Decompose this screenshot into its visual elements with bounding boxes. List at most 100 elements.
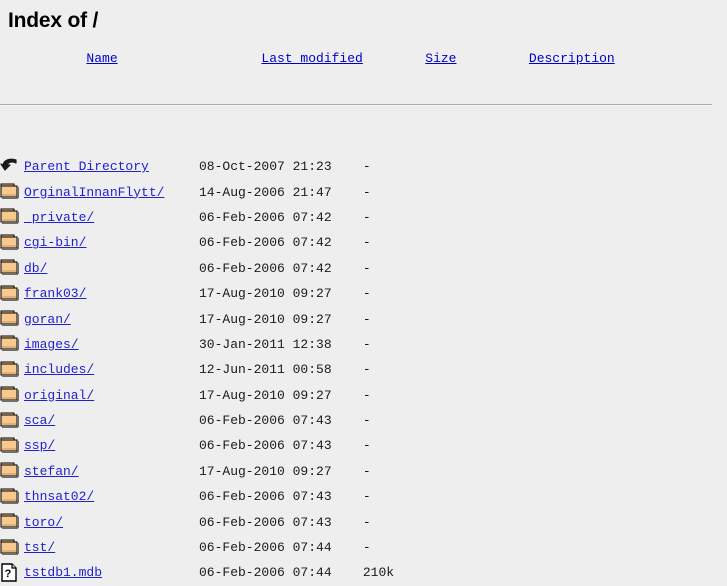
entry-link[interactable]: includes/ xyxy=(24,362,94,377)
row-size-cell: - xyxy=(362,260,371,276)
row-name-cell[interactable]: _private/ xyxy=(24,205,199,230)
column-header-size[interactable]: Size xyxy=(363,33,467,78)
folder-icon xyxy=(0,410,20,432)
row-icon-cell xyxy=(0,383,24,408)
row-icon-cell xyxy=(0,357,24,382)
column-header-row: Name Last modified Size Description xyxy=(0,33,712,78)
row-icon-cell xyxy=(0,408,24,433)
row-size-cell: 210k xyxy=(362,565,395,581)
sort-by-size-link[interactable]: Size xyxy=(425,51,456,66)
sort-by-description-link[interactable]: Description xyxy=(529,51,615,66)
row-icon-cell xyxy=(0,459,24,484)
row-name-cell[interactable]: db/ xyxy=(24,256,199,281)
entry-link[interactable]: Parent Directory xyxy=(24,159,149,174)
row-description-cell xyxy=(466,433,712,458)
folder-icon xyxy=(0,257,20,279)
row-size-cell: - xyxy=(362,438,371,454)
entry-link[interactable]: toro/ xyxy=(24,515,63,530)
folder-icon xyxy=(0,232,20,254)
entry-link[interactable]: cgi-bin/ xyxy=(24,235,86,250)
row-description-cell xyxy=(466,408,712,433)
row-name-cell[interactable]: cgi-bin/ xyxy=(24,230,199,255)
row-name-cell[interactable]: tstdb1.mdb xyxy=(24,560,199,585)
row-icon-cell xyxy=(0,509,24,534)
listing-row: sca/06-Feb-2006 07:43 - xyxy=(0,408,712,433)
row-description-cell xyxy=(466,535,712,560)
entry-link[interactable]: images/ xyxy=(24,337,79,352)
entry-link[interactable]: OrginalInnanFlytt/ xyxy=(24,185,164,200)
row-icon-cell xyxy=(0,205,24,230)
row-name-cell[interactable]: sca/ xyxy=(24,408,199,433)
listing-row: db/06-Feb-2006 07:42 - xyxy=(0,256,712,281)
row-size-cell: - xyxy=(362,387,371,403)
row-description-cell xyxy=(466,383,712,408)
entry-link[interactable]: thnsat02/ xyxy=(24,489,94,504)
row-description-cell xyxy=(466,256,712,281)
row-name-cell[interactable]: stefan/ xyxy=(24,459,199,484)
listing-row: Parent Directory 08-Oct-2007 21:23 - xyxy=(0,154,712,179)
row-name-cell[interactable]: toro/ xyxy=(24,509,199,534)
listing-row: toro/06-Feb-2006 07:43 - xyxy=(0,509,712,534)
folder-icon xyxy=(0,206,20,228)
entry-link[interactable]: frank03/ xyxy=(24,286,86,301)
row-description-cell xyxy=(466,332,712,357)
row-name-cell[interactable]: goran/ xyxy=(24,306,199,331)
row-description-cell xyxy=(466,509,712,534)
row-name-cell[interactable]: images/ xyxy=(24,332,199,357)
listing-row: thnsat02/06-Feb-2006 07:43 - xyxy=(0,484,712,509)
entry-link[interactable]: ssp/ xyxy=(24,438,55,453)
entry-link[interactable]: sca/ xyxy=(24,413,55,428)
row-name-cell[interactable]: frank03/ xyxy=(24,281,199,306)
entry-link[interactable]: _private/ xyxy=(24,210,94,225)
row-description-cell xyxy=(466,281,712,306)
header-spacer-cell xyxy=(0,132,712,154)
row-icon-cell: ? xyxy=(0,560,24,585)
row-icon-cell xyxy=(0,179,24,204)
row-icon-cell xyxy=(0,306,24,331)
row-icon-cell xyxy=(0,535,24,560)
entry-link[interactable]: goran/ xyxy=(24,312,71,327)
row-name-cell[interactable]: tst/ xyxy=(24,535,199,560)
row-name-cell[interactable]: original/ xyxy=(24,383,199,408)
row-name-cell[interactable]: includes/ xyxy=(24,357,199,382)
listing-body: Parent Directory 08-Oct-2007 21:23 - Orgina… xyxy=(0,154,712,586)
entry-link[interactable]: tstdb1.mdb xyxy=(24,565,102,580)
row-modified-cell: 06-Feb-2006 07:44 xyxy=(199,565,332,581)
folder-icon xyxy=(0,435,20,457)
row-description-cell xyxy=(466,459,712,484)
row-icon-cell xyxy=(0,256,24,281)
column-header-last-modified[interactable]: Last modified xyxy=(199,33,362,78)
column-header-description[interactable]: Description xyxy=(466,33,712,78)
folder-icon xyxy=(0,283,20,305)
row-name-cell[interactable]: ssp/ xyxy=(24,433,199,458)
row-name-cell[interactable]: OrginalInnanFlytt/ xyxy=(24,179,199,204)
row-icon-cell xyxy=(0,230,24,255)
listing-row: frank03/17-Aug-2010 09:27 - xyxy=(0,281,712,306)
entry-link[interactable]: db/ xyxy=(24,261,47,276)
row-size-cell: - xyxy=(362,514,371,530)
row-size-cell: - xyxy=(362,489,371,505)
row-icon-cell xyxy=(0,154,24,179)
folder-icon xyxy=(0,460,20,482)
entry-link[interactable]: tst/ xyxy=(24,540,55,555)
row-modified-cell: 30-Jan-2011 12:38 xyxy=(199,336,332,352)
back-arrow-icon xyxy=(0,156,20,178)
row-name-cell[interactable]: Parent Directory xyxy=(24,154,199,179)
entry-link[interactable]: original/ xyxy=(24,388,94,403)
row-size-cell: - xyxy=(362,336,371,352)
row-modified-cell: 06-Feb-2006 07:42 xyxy=(199,209,332,225)
unknown-file-icon: ? xyxy=(0,562,20,584)
row-description-cell xyxy=(466,230,712,255)
row-description-cell xyxy=(466,484,712,509)
row-icon-cell xyxy=(0,484,24,509)
row-modified-cell: 17-Aug-2010 09:27 xyxy=(199,311,332,327)
row-modified-cell: 08-Oct-2007 21:23 xyxy=(199,159,332,175)
row-modified-cell: 06-Feb-2006 07:43 xyxy=(199,489,332,505)
row-size-cell: - xyxy=(362,362,371,378)
sort-by-name-link[interactable]: Name xyxy=(86,51,117,66)
listing-row: goran/17-Aug-2010 09:27 - xyxy=(0,306,712,331)
sort-by-date-link[interactable]: Last modified xyxy=(261,51,362,66)
row-name-cell[interactable]: thnsat02/ xyxy=(24,484,199,509)
entry-link[interactable]: stefan/ xyxy=(24,464,79,479)
column-header-name[interactable]: Name xyxy=(24,33,199,78)
